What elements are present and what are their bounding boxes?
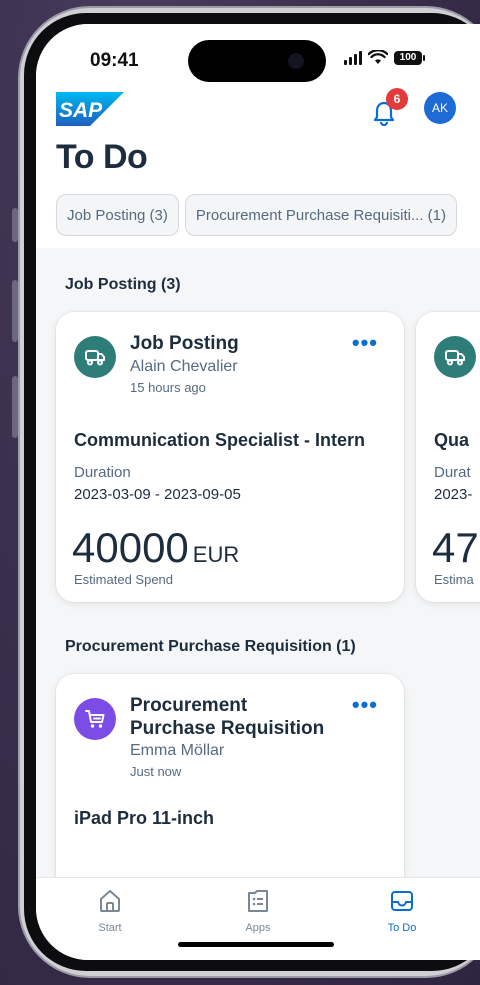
section-title-procurement: Procurement Purchase Requisition (1): [65, 638, 356, 655]
dynamic-island: [188, 40, 326, 82]
tab-apps[interactable]: Apps: [218, 888, 298, 934]
shopping-cart-icon: [74, 698, 116, 740]
card-field-value: 2023-: [434, 486, 473, 503]
svg-text:SAP: SAP: [59, 99, 103, 122]
card-headline: Qua: [434, 430, 470, 450]
page-title: To Do: [56, 138, 148, 176]
card-amount: 47: [432, 524, 479, 571]
sap-logo: SAP: [56, 92, 124, 126]
card-timestamp: 15 hours ago: [130, 380, 206, 395]
home-indicator: [178, 942, 334, 947]
amount-value: 40000: [72, 524, 189, 571]
card-headline: Communication Specialist - Intern: [74, 430, 366, 450]
tab-start[interactable]: Start: [70, 888, 150, 934]
header-area: 09:41 100 SAP 6 AK To Do Job Posting (3)…: [36, 24, 480, 248]
side-button-volume-down: [12, 376, 18, 438]
card-headline: iPad Pro 11-inch: [74, 808, 215, 828]
app-screen: 09:41 100 SAP 6 AK To Do Job Posting (3)…: [36, 24, 480, 960]
card-amount-label: Estima: [434, 572, 474, 587]
user-avatar[interactable]: AK: [424, 92, 456, 124]
truck-icon: [434, 336, 476, 378]
wifi-icon: [368, 50, 388, 64]
card-timestamp: Just now: [130, 764, 182, 779]
section-title-job-posting: Job Posting (3): [65, 276, 181, 293]
card-amount-label: Estimated Spend: [74, 572, 174, 587]
card-field-label: Durat: [434, 464, 471, 481]
side-button-volume-up: [12, 280, 18, 342]
card-field-value: 2023-03-09 - 2023-09-05: [74, 486, 241, 503]
inbox-icon: [391, 891, 413, 911]
tab-label: Start: [98, 922, 122, 934]
task-card-job-posting-2[interactable]: Qua Durat 2023- 47 Estima: [416, 312, 480, 602]
card-requester: Alain Chevalier: [130, 358, 238, 375]
apps-list-icon: [248, 890, 268, 912]
amount-currency: EUR: [192, 542, 240, 567]
side-button-silent: [12, 208, 18, 242]
card-type-line-1: Procurement: [130, 695, 248, 716]
signal-icon: [344, 50, 362, 65]
tab-to-do[interactable]: To Do: [362, 888, 442, 934]
battery-icon: 100: [394, 50, 425, 65]
more-options-button[interactable]: •••: [352, 692, 378, 718]
chip-procurement-purchase-requisition[interactable]: Procurement Purchase Requisiti... (1): [184, 194, 457, 236]
card-type-title: Procurement Purchase Requisition: [130, 694, 324, 740]
card-amount: 40000 EUR: [72, 524, 239, 572]
status-time: 09:41: [90, 50, 139, 71]
card-type-line-2: Purchase Requisition: [130, 718, 325, 739]
filter-chips: Job Posting (3) Procurement Purchase Req…: [56, 194, 457, 236]
tab-label: Apps: [245, 922, 271, 934]
chip-job-posting[interactable]: Job Posting (3): [56, 194, 179, 236]
more-options-button[interactable]: •••: [352, 330, 378, 356]
bottom-tab-bar: Start Apps To Do: [36, 877, 480, 960]
status-icons: 100: [344, 50, 425, 65]
truck-icon: [74, 336, 116, 378]
card-type-title: Job Posting: [130, 333, 239, 354]
home-icon: [100, 890, 120, 912]
camera-icon: [288, 53, 304, 69]
notification-count-badge: 6: [386, 88, 408, 110]
tab-label: To Do: [387, 922, 417, 934]
card-field-label: Duration: [74, 464, 131, 481]
task-card-job-posting[interactable]: Job Posting Alain Chevalier 15 hours ago…: [56, 312, 404, 602]
card-requester: Emma Möllar: [130, 742, 225, 759]
